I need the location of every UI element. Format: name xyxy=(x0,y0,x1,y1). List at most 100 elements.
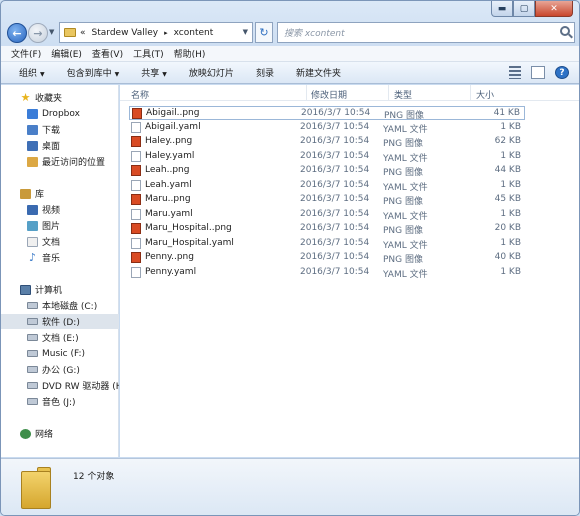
search-icon[interactable] xyxy=(560,26,570,36)
file-row[interactable]: Penny.yaml 2016/3/7 10:54 YAML 文件 1 KB xyxy=(129,266,525,280)
sidebar-item[interactable]: 音色 (J:) xyxy=(1,394,119,409)
sidebar-item[interactable]: 网络 xyxy=(1,426,119,441)
column-divider[interactable] xyxy=(470,85,471,101)
column-headers: 名称 修改日期 类型 大小 xyxy=(120,85,579,101)
file-row[interactable]: Leah.yaml 2016/3/7 10:54 YAML 文件 1 KB xyxy=(129,179,525,193)
column-divider[interactable] xyxy=(388,85,389,101)
file-row[interactable]: Haley.yaml 2016/3/7 10:54 YAML 文件 1 KB xyxy=(129,150,525,164)
menu-file[interactable]: 文件(F) xyxy=(11,47,41,60)
minimize-button[interactable]: ▬ xyxy=(491,1,513,17)
sidebar-item[interactable]: 视频 xyxy=(1,202,119,217)
sidebar-item[interactable]: ★ 收藏夹 xyxy=(1,90,119,105)
sidebar-item[interactable]: 本地磁盘 (C:) xyxy=(1,298,119,313)
sidebar-item[interactable]: 文档 xyxy=(1,234,119,249)
address-dropdown-icon[interactable]: ▼ xyxy=(243,28,248,36)
change-view-icon[interactable] xyxy=(509,66,521,79)
file-row[interactable]: Penny..png 2016/3/7 10:54 PNG 图像 40 KB xyxy=(129,251,525,265)
menu-tools[interactable]: 工具(T) xyxy=(133,47,164,60)
sidebar-item[interactable]: DVD RW 驱动器 (H: xyxy=(1,378,119,393)
drive-icon xyxy=(27,398,38,405)
file-name: Abigail.yaml xyxy=(145,121,201,132)
sidebar-item-label: 库 xyxy=(35,190,45,200)
file-size: 62 KB xyxy=(494,136,521,146)
sidebar-item[interactable]: 软件 (D:) xyxy=(1,314,119,329)
folder-icon xyxy=(21,471,51,509)
menu-edit[interactable]: 编辑(E) xyxy=(51,47,82,60)
sidebar-item[interactable]: ♪ 音乐 xyxy=(1,250,119,265)
breadcrumb-stardew-valley[interactable]: Stardew Valley xyxy=(92,28,159,38)
sidebar-item-label: 本地磁盘 (C:) xyxy=(42,302,98,312)
organize-button[interactable]: 组织 ▼ xyxy=(19,66,45,79)
file-date: 2016/3/7 10:54 xyxy=(300,208,370,219)
burn-label: 刻录 xyxy=(255,69,274,79)
sidebar-item[interactable]: 图片 xyxy=(1,218,119,233)
png-file-icon xyxy=(131,136,141,147)
forward-button[interactable]: → xyxy=(28,23,48,43)
include-in-library-button[interactable]: 包含到库中 ▼ xyxy=(67,66,120,79)
file-row[interactable]: Maru..png 2016/3/7 10:54 PNG 图像 45 KB xyxy=(129,193,525,207)
new-folder-button[interactable]: 新建文件夹 xyxy=(296,66,341,79)
share-label: 共享 xyxy=(141,69,160,79)
close-button[interactable]: ✕ xyxy=(535,1,573,17)
preview-pane-icon[interactable] xyxy=(531,66,545,79)
network-icon xyxy=(20,428,31,439)
maximize-button[interactable]: ▢ xyxy=(513,1,535,17)
file-row[interactable]: Maru.yaml 2016/3/7 10:54 YAML 文件 1 KB xyxy=(129,208,525,222)
sidebar-item-label: 收藏夹 xyxy=(35,94,63,104)
caption-buttons: ▬ ▢ ✕ xyxy=(491,1,573,17)
file-row[interactable]: Leah..png 2016/3/7 10:54 PNG 图像 44 KB xyxy=(129,164,525,178)
file-type: PNG 图像 xyxy=(383,139,423,149)
file-row[interactable]: Maru_Hospital.yaml 2016/3/7 10:54 YAML 文件 1… xyxy=(129,237,525,251)
address-bar[interactable]: « Stardew Valley ▸ xcontent ▼ xyxy=(59,22,253,43)
menu-view[interactable]: 查看(V) xyxy=(92,47,123,60)
sidebar-item[interactable]: 桌面 xyxy=(1,138,119,153)
file-row[interactable]: Maru_Hospital..png 2016/3/7 10:54 PNG 图像 20… xyxy=(129,222,525,236)
column-size[interactable]: 大小 xyxy=(476,88,494,101)
file-row[interactable]: Abigail..png 2016/3/7 10:54 PNG 图像 41 KB xyxy=(129,106,525,121)
file-date: 2016/3/7 10:54 xyxy=(300,237,370,248)
file-size: 1 KB xyxy=(500,121,521,132)
sidebar-item-label: Dropbox xyxy=(42,108,80,119)
burn-button[interactable]: 刻录 xyxy=(256,66,274,79)
column-type[interactable]: 类型 xyxy=(394,88,412,101)
file-row[interactable]: Haley..png 2016/3/7 10:54 PNG 图像 62 KB xyxy=(129,135,525,149)
sidebar-item-label: 计算机 xyxy=(35,286,63,296)
file-size: 41 KB xyxy=(493,108,520,118)
file-type: PNG 图像 xyxy=(383,255,423,265)
file-row[interactable]: Abigail.yaml 2016/3/7 10:54 YAML 文件 1 KB xyxy=(129,121,525,135)
sidebar-item[interactable]: 计算机 xyxy=(1,282,119,297)
png-file-icon xyxy=(132,108,142,119)
sidebar-item[interactable]: 库 xyxy=(1,186,119,201)
file-name: Haley.yaml xyxy=(145,150,195,161)
file-date: 2016/3/7 10:54 xyxy=(300,136,370,146)
file-type: PNG 图像 xyxy=(383,197,423,207)
sidebar-item[interactable]: 文档 (E:) xyxy=(1,330,119,345)
file-list: 名称 修改日期 类型 大小 Abigail..png 2016/3/7 10:54… xyxy=(120,85,579,457)
new-folder-label: 新建文件夹 xyxy=(295,69,341,79)
menu-help[interactable]: 帮助(H) xyxy=(174,47,206,60)
sidebar-item-label: 最近访问的位置 xyxy=(42,158,106,168)
breadcrumb-xcontent[interactable]: xcontent xyxy=(174,28,214,38)
organize-label: 组织 xyxy=(19,69,38,79)
back-button[interactable]: ← xyxy=(7,23,27,43)
file-size: 1 KB xyxy=(500,266,521,277)
sidebar-item[interactable]: 办公 (G:) xyxy=(1,362,119,377)
navigation-pane: ★ 收藏夹 Dropbox 下载 桌面最近访问的位置库视频图片 文档 ♪ 音乐计算机本地磁盘 … xyxy=(1,85,119,457)
search-input[interactable]: 搜索 xcontent xyxy=(277,22,575,43)
column-divider[interactable] xyxy=(306,85,307,101)
sidebar-item[interactable]: Music (F:) xyxy=(1,346,119,361)
breadcrumb-separator-icon[interactable]: ▸ xyxy=(164,29,168,37)
address-prefix[interactable]: « xyxy=(80,28,86,38)
help-icon[interactable]: ? xyxy=(555,66,569,79)
sidebar-item-label: 视频 xyxy=(42,206,61,216)
column-date[interactable]: 修改日期 xyxy=(311,88,347,101)
column-name[interactable]: 名称 xyxy=(131,88,149,101)
slideshow-button[interactable]: 放映幻灯片 xyxy=(189,66,234,79)
refresh-button[interactable]: ↻ xyxy=(255,22,273,43)
sidebar-item[interactable]: Dropbox xyxy=(1,106,119,121)
recent-pages-dropdown-icon[interactable]: ▼ xyxy=(49,28,54,36)
drive-icon xyxy=(27,318,38,325)
share-button[interactable]: 共享 ▼ xyxy=(141,66,167,79)
sidebar-item[interactable]: 最近访问的位置 xyxy=(1,154,119,169)
sidebar-item[interactable]: 下载 xyxy=(1,122,119,137)
